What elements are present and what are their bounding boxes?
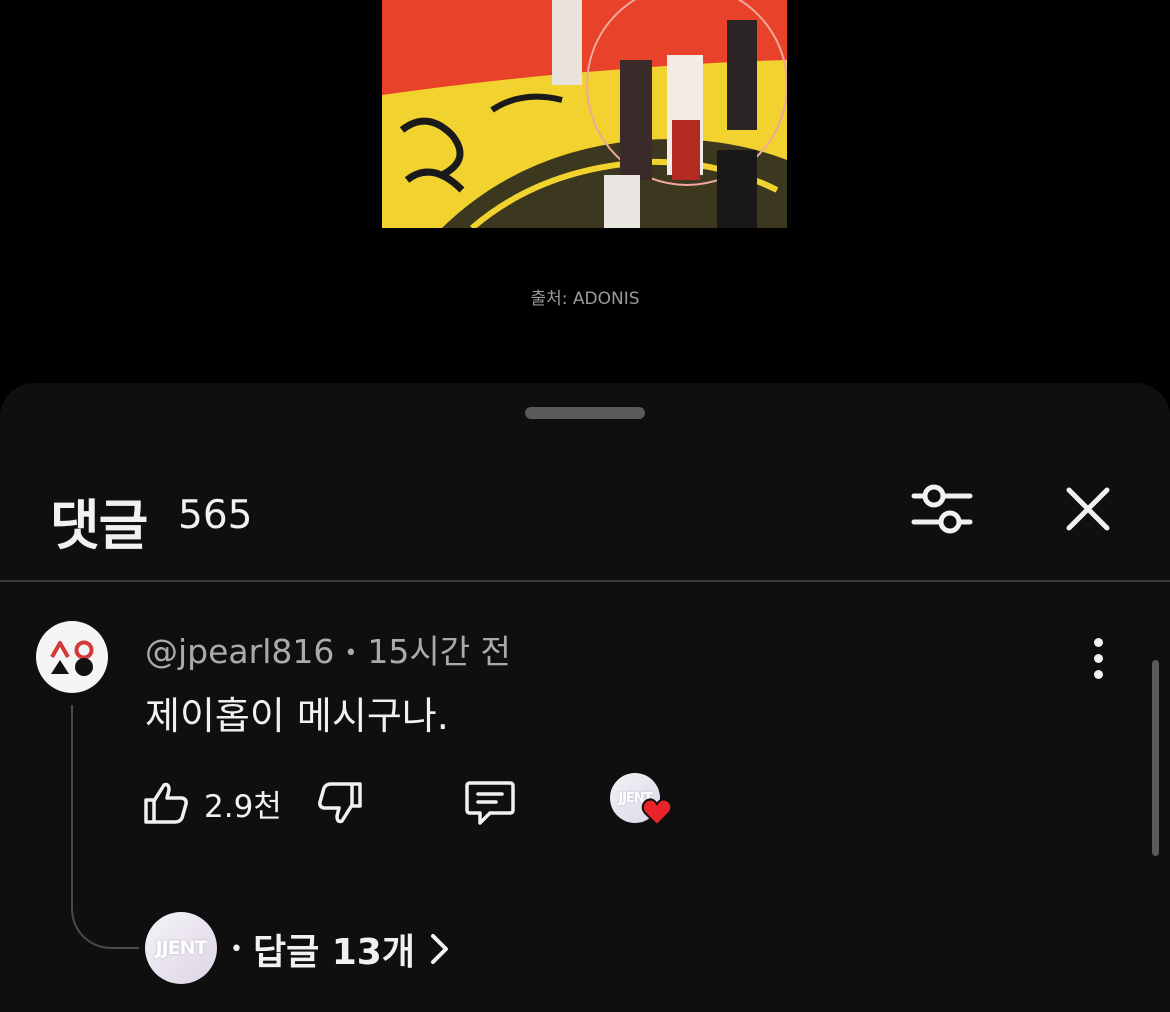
reply-button[interactable] <box>462 777 518 829</box>
chevron-right-icon <box>430 934 448 964</box>
more-dot <box>1093 653 1103 663</box>
comment-author[interactable]: @jpearl816 <box>145 632 334 671</box>
comment-text: 제이홉이 메시구나. <box>145 694 449 738</box>
sheet-title: 댓글 <box>50 494 148 557</box>
sliders-icon <box>911 484 973 534</box>
header-divider <box>0 580 1170 582</box>
sheet-header: 댓글 565 <box>0 453 1170 581</box>
more-vertical-icon <box>1093 637 1103 647</box>
comment-time: 15시간 전 <box>367 632 511 671</box>
reply-avatar[interactable]: JJENT <box>145 912 217 984</box>
avatar[interactable] <box>36 621 108 693</box>
meta-separator: • <box>344 641 358 666</box>
creator-heart: JJENT <box>610 773 673 833</box>
comment-count: 565 <box>178 493 253 538</box>
video-still <box>382 0 787 228</box>
comment-actions: 2.9천 JJENT <box>0 773 1170 833</box>
comments-sheet: 댓글 565 @jpearl816 • 15시간 전 제이홉이 메시구나. 2.… <box>0 383 1170 1012</box>
thumbs-up-icon <box>144 782 188 824</box>
more-button[interactable] <box>1080 633 1116 683</box>
source-caption: 출처: ADONIS <box>530 289 640 309</box>
filter-button[interactable] <box>906 479 978 539</box>
like-button[interactable]: 2.9천 <box>142 777 282 829</box>
video-frame[interactable] <box>382 0 787 228</box>
comment-icon <box>465 781 515 825</box>
dislike-button[interactable] <box>314 777 366 829</box>
drag-handle[interactable] <box>525 407 645 419</box>
replies-label: 답글 13개 <box>252 932 415 973</box>
comment-meta: @jpearl816 • 15시간 전 <box>145 625 511 673</box>
avatar-logo <box>50 640 94 676</box>
close-button[interactable] <box>1058 479 1118 539</box>
view-replies-button[interactable]: • 답글 13개 <box>230 926 453 973</box>
replies-separator: • <box>230 936 243 962</box>
reply-avatar-text: JJENT <box>155 937 208 959</box>
heart-icon <box>641 798 673 827</box>
like-count: 2.9천 <box>204 788 282 825</box>
close-icon <box>1066 487 1110 531</box>
more-dot <box>1093 669 1103 679</box>
thumbs-down-icon <box>318 782 362 824</box>
